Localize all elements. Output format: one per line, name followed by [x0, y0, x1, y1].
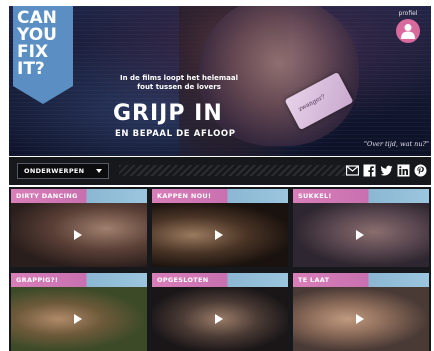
hero-subheadline: EN BEPAAL DE AFLOOP [115, 129, 236, 139]
play-icon[interactable] [215, 230, 223, 240]
profile-label: profiel [398, 10, 418, 17]
hero-headline: GRIJP IN [113, 101, 223, 126]
video-thumbnail[interactable] [152, 287, 288, 351]
mail-icon[interactable] [346, 164, 359, 177]
video-card-title: SUKKEL! [293, 189, 429, 203]
toolbar-stripe [119, 165, 349, 176]
profile-button[interactable]: profiel [391, 10, 425, 54]
site-logo[interactable]: CAN YOU FIX IT? [13, 6, 75, 106]
toolbar: ONDERWERPEN [9, 157, 431, 185]
video-card[interactable]: KAPPEN NOU! [152, 189, 288, 267]
video-card-title: KAPPEN NOU! [152, 189, 288, 203]
video-thumbnail[interactable] [293, 203, 429, 267]
topics-dropdown[interactable]: ONDERWERPEN [17, 163, 109, 179]
video-grid: DIRTY DANCING KAPPEN NOU! SUKKEL! GRAPPI… [9, 187, 431, 351]
twitter-icon[interactable] [380, 164, 393, 177]
pinterest-icon[interactable] [414, 164, 427, 177]
logo-text: CAN YOU FIX IT? [17, 10, 57, 78]
play-icon[interactable] [74, 230, 82, 240]
play-icon[interactable] [215, 314, 223, 324]
chevron-down-icon [96, 169, 102, 173]
video-card[interactable]: GRAPPIG?! [11, 273, 147, 351]
logo-line-4: IT? [17, 59, 45, 79]
phone-text: zwanger? [297, 93, 327, 114]
video-card[interactable]: OPGESLOTEN [152, 273, 288, 351]
play-icon[interactable] [356, 230, 364, 240]
hero-tagline: In de films loopt het helemaal fout tuss… [99, 74, 259, 92]
video-thumbnail[interactable] [293, 287, 429, 351]
avatar[interactable] [396, 19, 420, 43]
hero-tagline-line-2: fout tussen de lovers [137, 83, 221, 91]
video-card-title: DIRTY DANCING [11, 189, 147, 203]
video-card-title: GRAPPIG?! [11, 273, 147, 287]
share-icons [346, 164, 427, 178]
hero-banner[interactable]: zwanger? CAN YOU FIX IT? In de films loo… [9, 6, 431, 156]
video-thumbnail[interactable] [11, 287, 147, 351]
hero-quote: "Over tijd, wat nu?" [364, 140, 429, 148]
play-icon[interactable] [356, 314, 364, 324]
video-card[interactable]: DIRTY DANCING [11, 189, 147, 267]
topics-dropdown-label: ONDERWERPEN [24, 167, 85, 175]
video-card-title: TE LAAT [293, 273, 429, 287]
facebook-icon[interactable] [363, 164, 376, 177]
play-icon[interactable] [74, 314, 82, 324]
user-icon [401, 24, 415, 39]
video-card[interactable]: TE LAAT [293, 273, 429, 351]
video-card-title: OPGESLOTEN [152, 273, 288, 287]
hero-tagline-line-1: In de films loopt het helemaal [119, 74, 239, 82]
page: zwanger? CAN YOU FIX IT? In de films loo… [0, 0, 434, 351]
video-card[interactable]: SUKKEL! [293, 189, 429, 267]
video-thumbnail[interactable] [11, 203, 147, 267]
linkedin-icon[interactable] [397, 164, 410, 177]
video-thumbnail[interactable] [152, 203, 288, 267]
